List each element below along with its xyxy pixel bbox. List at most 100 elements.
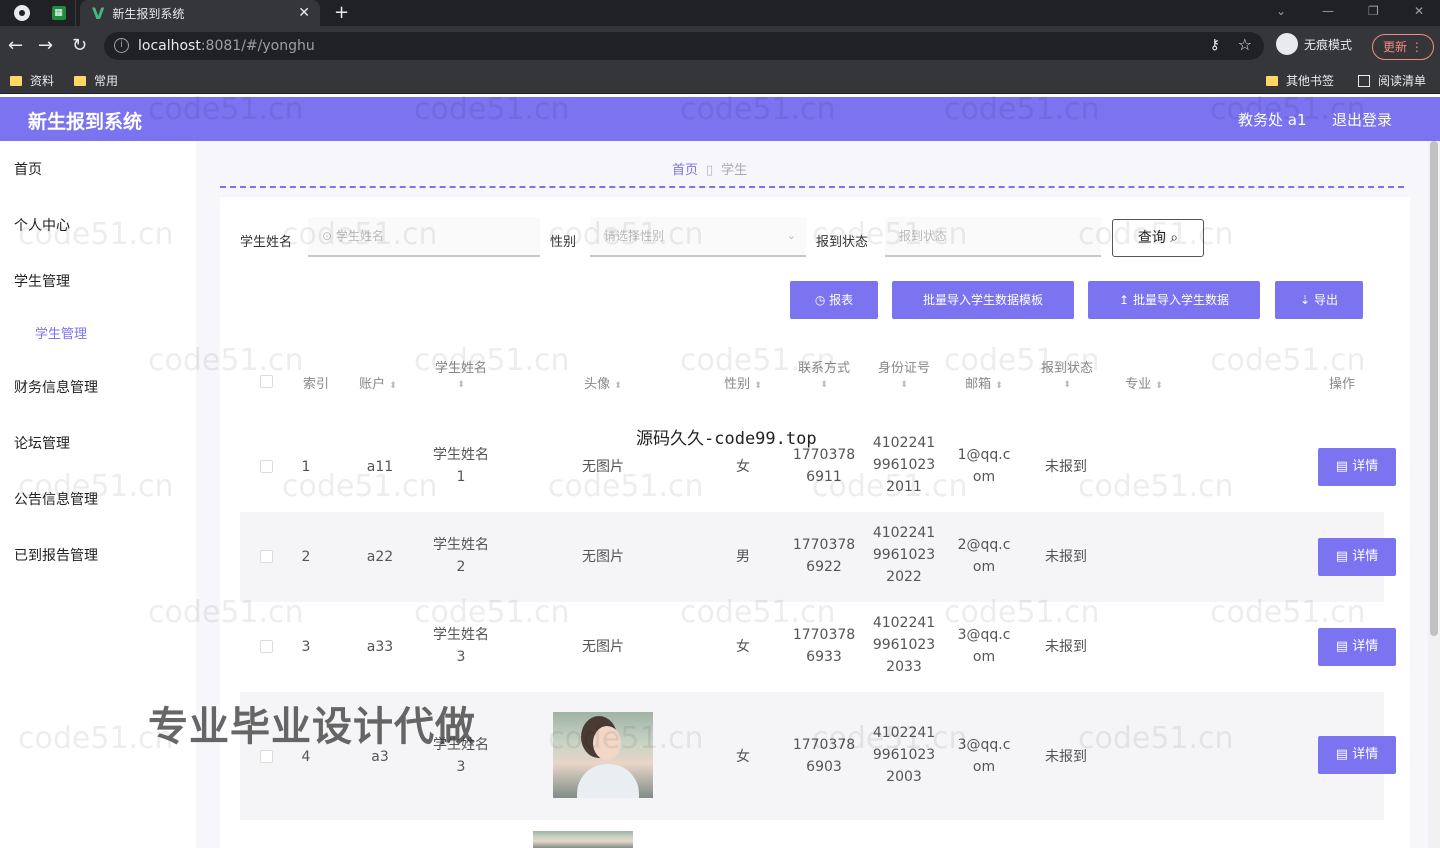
- sidebar-item-students[interactable]: 学生管理: [14, 271, 70, 291]
- gender-select[interactable]: 请选择性别 ⌄: [590, 217, 806, 257]
- query-button[interactable]: 查询 ⌕: [1112, 219, 1204, 257]
- vue-icon: V: [92, 3, 105, 23]
- bulk-import-button[interactable]: ↥ 批量导入学生数据: [1088, 281, 1260, 319]
- bookmark-folder-ziliao[interactable]: 资料: [10, 72, 54, 89]
- browser-tab-active[interactable]: V 新生报到系统 ✕: [80, 0, 320, 26]
- incognito-label: 无痕模式: [1304, 37, 1353, 52]
- avatar-photo: [553, 712, 653, 798]
- new-tab-icon[interactable]: +: [334, 2, 349, 23]
- status-filter-input[interactable]: 报到状态: [885, 217, 1101, 257]
- sort-icon: ⬍: [1063, 380, 1071, 390]
- cell-contact: 1770378 6911: [792, 447, 856, 485]
- name-filter-input[interactable]: ⊙ 学生姓名: [308, 217, 540, 257]
- password-key-icon[interactable]: ⚷: [1210, 37, 1220, 53]
- bookmark-star-icon[interactable]: ☆: [1238, 35, 1252, 54]
- download-icon: ⇣: [1300, 293, 1311, 307]
- bookmark-folder-changyong[interactable]: 常用: [74, 72, 118, 89]
- table-row: 3 a33 学生姓名 3 无图片 女 1770378 6933 4102241 996…: [240, 602, 1396, 692]
- reading-list-icon: [1358, 74, 1370, 87]
- avatar-photo-partial: [533, 831, 633, 848]
- avatar-shoulder: [577, 764, 639, 798]
- url-field[interactable]: i localhost:8081/#/yonghu ⚷ ☆: [104, 32, 1264, 60]
- th-gender[interactable]: 性别 ⬍: [712, 373, 774, 392]
- browser-tab-bar: ▦ V 新生报到系统 ✕ + ⌄ — ❐ ✕: [0, 0, 1440, 26]
- detail-button[interactable]: ▤ 详情: [1318, 628, 1396, 666]
- sort-icon: ⬍: [820, 380, 828, 390]
- th-status[interactable]: 报到状态 ⬍: [1030, 357, 1104, 391]
- th-idcard[interactable]: 身份证号 ⬍: [870, 357, 938, 391]
- select-all-checkbox[interactable]: [260, 375, 273, 388]
- close-tab-icon[interactable]: ✕: [298, 5, 310, 21]
- cell-email: 3@qq.c om: [957, 737, 1011, 775]
- cell-gender: 女: [736, 639, 750, 655]
- update-button[interactable]: 更新 ⋮: [1372, 34, 1434, 60]
- cell-idcard: 4102241 9961023 2011: [872, 435, 936, 495]
- breadcrumb-home[interactable]: 首页: [672, 163, 698, 178]
- status-filter-label: 报到状态: [816, 235, 869, 250]
- breadcrumb: 首页 ▯ 学生: [672, 159, 747, 178]
- sidebar-item-home[interactable]: 首页: [14, 159, 42, 179]
- cell-status: 未报到: [1045, 639, 1087, 655]
- sidebar-item-finance[interactable]: 财务信息管理: [14, 377, 98, 397]
- report-button[interactable]: ◷ 报表: [790, 281, 878, 319]
- sidebar-item-profile[interactable]: 个人中心: [14, 215, 70, 235]
- logout-link[interactable]: 退出登录: [1332, 109, 1392, 130]
- sidebar-item-notice[interactable]: 公告信息管理: [14, 489, 98, 509]
- cell-name: 学生姓名 1: [433, 447, 489, 485]
- cell-index: 2: [301, 549, 311, 565]
- sort-icon: ⬍: [1155, 381, 1163, 391]
- row-checkbox[interactable]: [260, 640, 273, 653]
- th-email[interactable]: 邮箱 ⬍: [952, 373, 1016, 392]
- cell-idcard: 4102241 9961023 2003: [872, 725, 936, 785]
- browser-tab-inactive[interactable]: ▦: [42, 0, 76, 26]
- cell-index: 3: [301, 639, 311, 655]
- import-template-button[interactable]: 批量导入学生数据模板: [892, 281, 1074, 319]
- th-operation: 操作: [1328, 377, 1355, 392]
- th-contact[interactable]: 联系方式 ⬍: [790, 357, 858, 391]
- page-scrollbar[interactable]: [1428, 141, 1440, 848]
- sort-icon: ⬍: [754, 381, 762, 391]
- cell-name: 学生姓名 2: [433, 537, 489, 575]
- cell-account: a33: [366, 639, 394, 655]
- cell-status: 未报到: [1045, 549, 1087, 565]
- sidebar-item-reported[interactable]: 已到报告管理: [14, 545, 98, 565]
- bookmarks-bar: 资料 常用 其他书签 阅读清单: [0, 66, 1440, 94]
- th-major[interactable]: 专业 ⬍: [1112, 373, 1176, 392]
- site-info-icon[interactable]: i: [114, 38, 129, 53]
- reading-list[interactable]: 阅读清单: [1358, 72, 1426, 89]
- back-icon[interactable]: ←: [8, 36, 23, 56]
- document-icon: ▤: [1335, 459, 1349, 474]
- bookmark-other[interactable]: 其他书签: [1266, 72, 1334, 89]
- restore-icon[interactable]: ❐: [1368, 4, 1379, 18]
- app-title: 新生报到系统: [28, 111, 143, 133]
- avatar-head: [593, 726, 621, 760]
- divider: [220, 186, 1404, 188]
- sidebar-item-forum[interactable]: 论坛管理: [14, 433, 70, 453]
- th-account[interactable]: 账户 ⬍: [350, 373, 406, 392]
- sort-icon: ⬍: [457, 380, 465, 390]
- close-window-icon[interactable]: ✕: [1414, 4, 1424, 18]
- sidebar-subitem-student-management[interactable]: 学生管理: [35, 323, 87, 342]
- detail-button[interactable]: ▤ 详情: [1318, 538, 1396, 576]
- sort-icon: ⬍: [614, 381, 622, 391]
- gender-filter-label: 性别: [550, 235, 577, 250]
- cell-avatar: 无图片: [582, 549, 624, 565]
- tab-search-icon[interactable]: ⌄: [1276, 4, 1286, 18]
- scrollbar-thumb[interactable]: [1430, 141, 1438, 636]
- minimize-icon[interactable]: —: [1322, 4, 1334, 18]
- detail-button[interactable]: ▤ 详情: [1318, 448, 1396, 486]
- row-checkbox[interactable]: [260, 550, 273, 563]
- detail-button[interactable]: ▤ 详情: [1318, 736, 1396, 774]
- cell-gender: 女: [736, 459, 750, 475]
- incognito-indicator[interactable]: 无痕模式: [1276, 33, 1352, 55]
- cell-avatar: 无图片: [582, 459, 624, 475]
- th-name[interactable]: 学生姓名 ⬍: [426, 357, 496, 391]
- app-header: 新生报到系统 教务处 a1 退出登录: [0, 97, 1440, 141]
- folder-icon: [74, 75, 86, 86]
- forward-icon[interactable]: →: [38, 36, 53, 56]
- export-button[interactable]: ⇣ 导出: [1275, 281, 1363, 319]
- reload-icon[interactable]: ↻: [72, 36, 87, 56]
- cell-gender: 男: [736, 549, 750, 565]
- th-avatar[interactable]: 头像 ⬍: [570, 373, 636, 392]
- row-checkbox[interactable]: [260, 460, 273, 473]
